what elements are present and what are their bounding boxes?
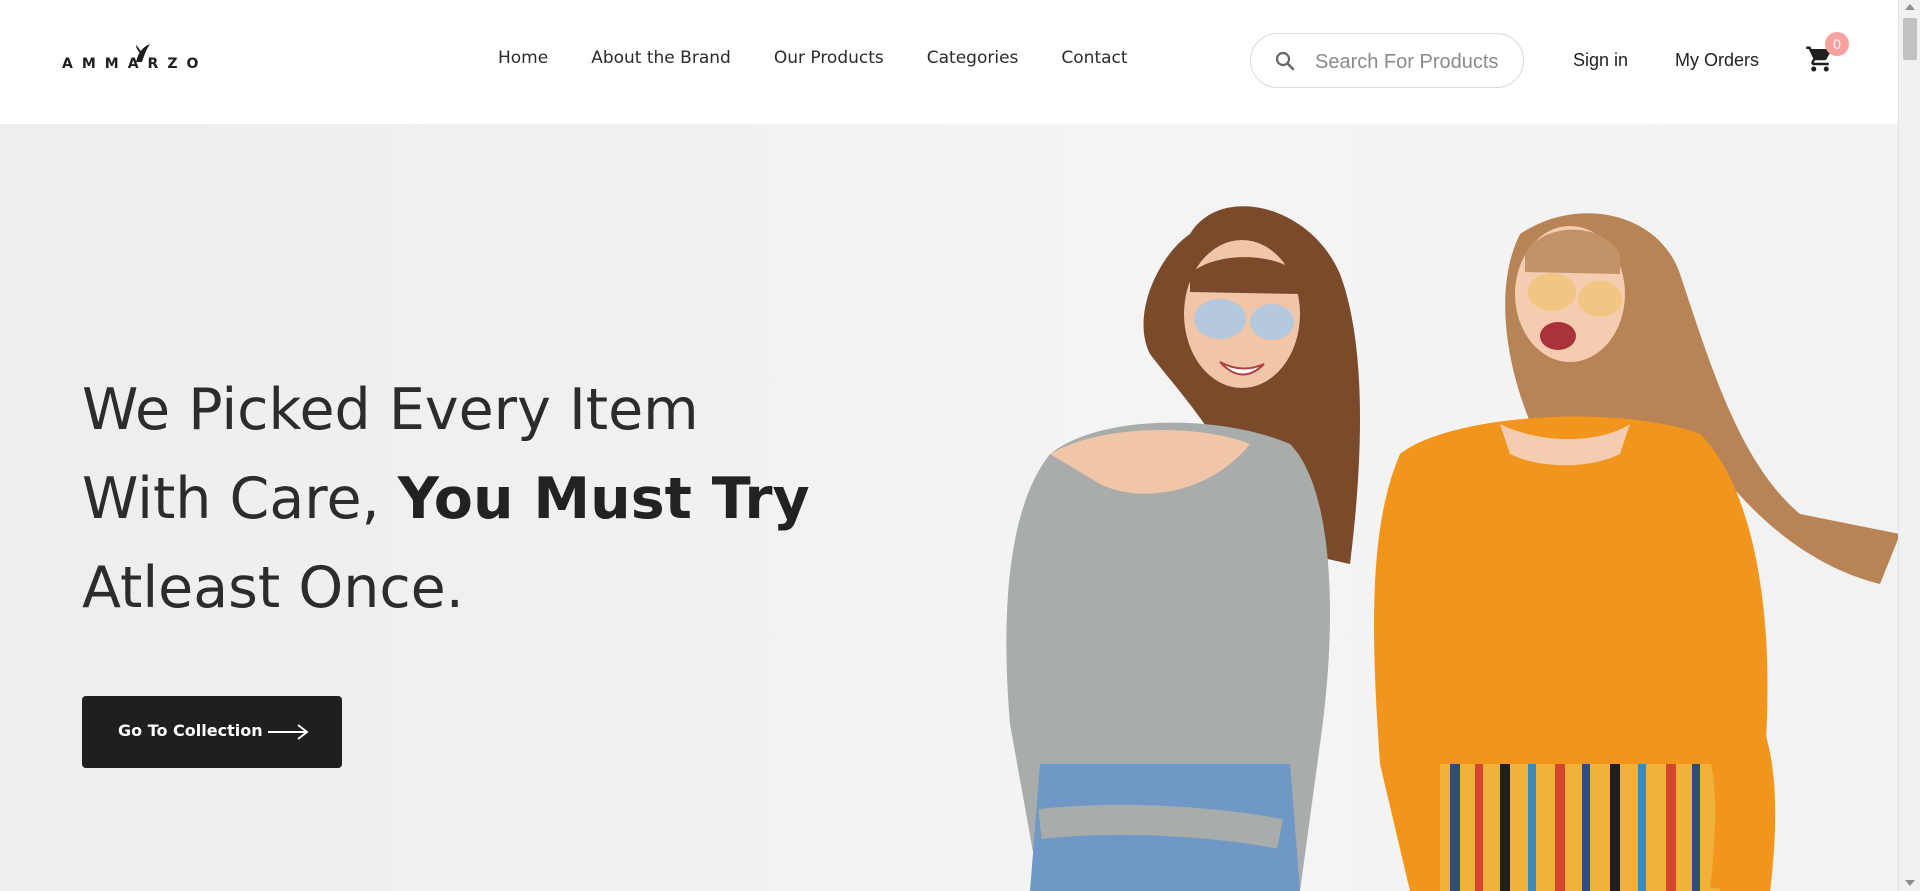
- search-input[interactable]: [1313, 42, 1517, 82]
- headline-line-1: We Picked Every Item: [82, 377, 699, 443]
- logo-text: AMMARZO: [62, 56, 208, 72]
- nav-about-brand[interactable]: About the Brand: [591, 48, 731, 68]
- site-header: AMMARZO Home About the Brand Our Product…: [0, 0, 1898, 124]
- headline-line-2-plain: With Care,: [82, 466, 398, 532]
- cta-label: Go To Collection: [118, 721, 263, 740]
- scroll-down-arrow-icon[interactable]: [1905, 880, 1915, 886]
- hero-banner: We Picked Every Item With Care, You Must…: [0, 124, 1898, 891]
- scroll-up-arrow-icon[interactable]: [1905, 4, 1915, 10]
- hero-headline: We Picked Every Item With Care, You Must…: [82, 366, 842, 633]
- scroll-thumb[interactable]: [1903, 18, 1917, 60]
- nav-contact[interactable]: Contact: [1061, 48, 1127, 68]
- sign-in-link[interactable]: Sign in: [1573, 50, 1628, 71]
- nav-home[interactable]: Home: [498, 48, 548, 68]
- headline-line-3: Atleast Once.: [82, 555, 464, 621]
- headline-line-2: With Care, You Must Try: [82, 455, 842, 544]
- headline-line-2-bold: You Must Try: [397, 466, 810, 532]
- my-orders-link[interactable]: My Orders: [1675, 50, 1759, 71]
- nav-categories[interactable]: Categories: [927, 48, 1019, 68]
- search-icon[interactable]: [1275, 51, 1295, 71]
- hero-models-image: [1006, 206, 1898, 891]
- arrow-right-icon: [268, 724, 309, 740]
- page-scrollbar[interactable]: [1898, 0, 1920, 891]
- go-to-collection-button[interactable]: Go To Collection: [82, 696, 342, 768]
- main-nav: Home About the Brand Our Products Catego…: [498, 48, 1171, 68]
- cart-count-badge: 0: [1825, 32, 1849, 56]
- nav-our-products[interactable]: Our Products: [774, 48, 884, 68]
- page: AMMARZO Home About the Brand Our Product…: [0, 0, 1920, 891]
- search-box: [1250, 33, 1524, 88]
- brand-logo[interactable]: AMMARZO: [62, 42, 202, 78]
